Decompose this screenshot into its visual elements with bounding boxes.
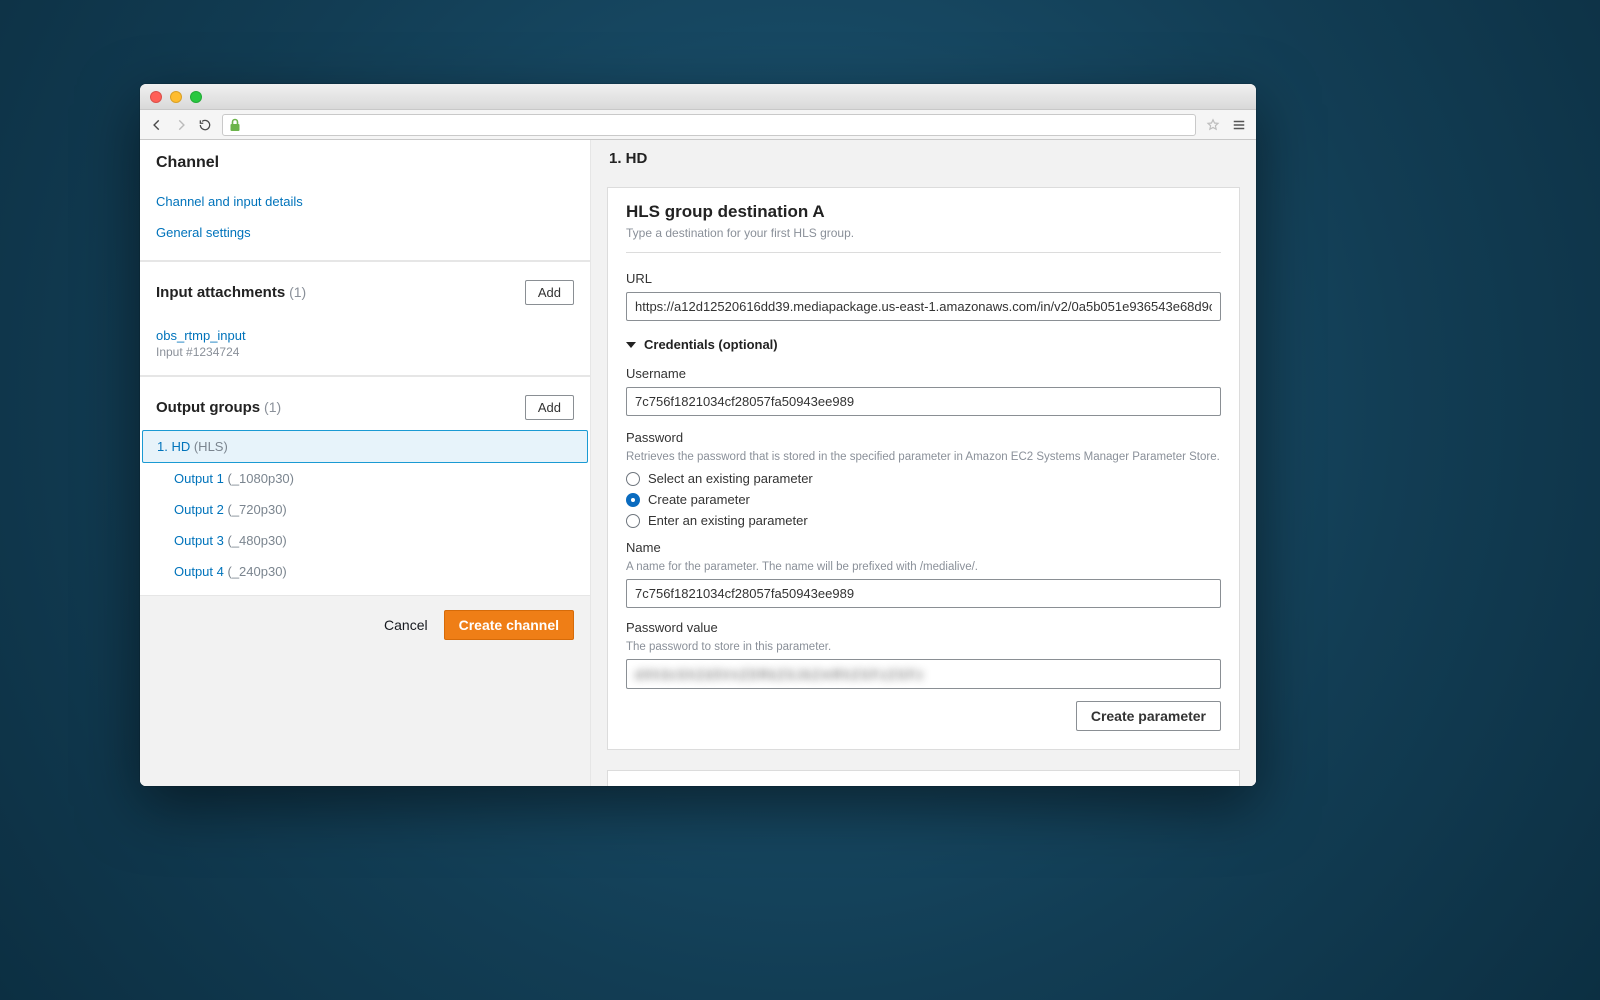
output-link[interactable]: Output 4 — [174, 564, 224, 579]
traffic-lights — [150, 91, 202, 103]
password-hint: Retrieves the password that is stored in… — [626, 451, 1221, 463]
titlebar — [140, 84, 1256, 110]
username-input[interactable] — [626, 387, 1221, 416]
back-button[interactable] — [146, 114, 168, 136]
radio-enter-existing[interactable]: Enter an existing parameter — [626, 513, 1221, 528]
dest-b-title: HLS group destination B — [626, 785, 1221, 786]
password-value-input[interactable]: dXh3cGhZd3VnZDRkZGJkZmRhZGFzZGFz — [626, 659, 1221, 689]
output-group-selected-label: 1. HD — [157, 439, 190, 454]
sidebar: Channel Channel and input details Genera… — [140, 140, 590, 786]
sidebar-title: Channel — [156, 154, 219, 172]
radio-label: Create parameter — [648, 492, 750, 507]
password-value-label: Password value — [626, 620, 1221, 635]
dest-a-title: HLS group destination A — [626, 202, 1221, 222]
radio-select-existing[interactable]: Select an existing parameter — [626, 471, 1221, 486]
maximize-window-icon[interactable] — [190, 91, 202, 103]
sidebar-actions: Cancel Create channel — [140, 596, 590, 654]
minimize-window-icon[interactable] — [170, 91, 182, 103]
dest-a-credentials-toggle[interactable]: Credentials (optional) — [626, 321, 1221, 352]
param-name-hint: A name for the parameter. The name will … — [626, 561, 1221, 573]
radio-create-parameter[interactable]: Create parameter — [626, 492, 1221, 507]
create-parameter-button[interactable]: Create parameter — [1076, 701, 1221, 731]
output-item[interactable]: Output 2 (_720p30) — [140, 494, 590, 525]
output-suffix: (_1080p30) — [224, 471, 294, 486]
page-content: Channel Channel and input details Genera… — [140, 140, 1256, 786]
browser-window: Channel Channel and input details Genera… — [140, 84, 1256, 786]
reload-button[interactable] — [194, 114, 216, 136]
browser-toolbar — [140, 110, 1256, 140]
url-bar[interactable] — [222, 114, 1196, 136]
hamburger-menu-icon[interactable] — [1228, 114, 1250, 136]
username-label: Username — [626, 366, 1221, 381]
cancel-button[interactable]: Cancel — [384, 617, 428, 633]
password-label: Password — [626, 430, 1221, 445]
output-groups-title: Output groups — [156, 399, 260, 416]
output-group-selected-suffix: (HLS) — [190, 439, 228, 454]
output-item[interactable]: Output 4 (_240p30) — [140, 556, 590, 587]
panel-heading: 1. HD — [591, 140, 1256, 177]
param-name-input[interactable] — [626, 579, 1221, 608]
input-attachment-item[interactable]: obs_rtmp_input — [140, 323, 590, 345]
password-radios: Select an existing parameter Create para… — [626, 471, 1221, 528]
bookmark-star-icon[interactable] — [1202, 114, 1224, 136]
dest-a-card: HLS group destination A Type a destinati… — [607, 187, 1240, 750]
output-groups-count: (1) — [264, 399, 281, 415]
add-output-group-button[interactable]: Add — [525, 395, 574, 420]
output-link[interactable]: Output 3 — [174, 533, 224, 548]
radio-icon — [626, 472, 640, 486]
dest-a-url-label: URL — [626, 271, 1221, 286]
dest-a-desc: Type a destination for your first HLS gr… — [626, 226, 1221, 240]
radio-icon — [626, 514, 640, 528]
input-attachment-link[interactable]: obs_rtmp_input — [156, 328, 246, 343]
sidebar-link-details[interactable]: Channel and input details — [140, 186, 590, 217]
add-input-button[interactable]: Add — [525, 280, 574, 305]
output-link[interactable]: Output 2 — [174, 502, 224, 517]
close-window-icon[interactable] — [150, 91, 162, 103]
toolbar-right — [1202, 114, 1250, 136]
output-suffix: (_480p30) — [224, 533, 287, 548]
lock-icon — [229, 118, 241, 132]
password-value-hint: The password to store in this parameter. — [626, 641, 1221, 653]
sidebar-link-general[interactable]: General settings — [140, 217, 590, 248]
output-link[interactable]: Output 1 — [174, 471, 224, 486]
output-item[interactable]: Output 3 (_480p30) — [140, 525, 590, 556]
input-attachments-count: (1) — [289, 284, 306, 300]
caret-down-icon — [626, 342, 636, 348]
output-suffix: (_720p30) — [224, 502, 287, 517]
input-attachments-title: Input attachments — [156, 284, 285, 301]
output-item[interactable]: Output 1 (_1080p30) — [140, 463, 590, 494]
output-suffix: (_240p30) — [224, 564, 287, 579]
forward-button[interactable] — [170, 114, 192, 136]
param-name-label: Name — [626, 540, 1221, 555]
dest-a-url-input[interactable] — [626, 292, 1221, 321]
dest-b-card: HLS group destination B Type a destinati… — [607, 770, 1240, 786]
main-panel: 1. HD HLS group destination A Type a des… — [590, 140, 1256, 786]
create-channel-button[interactable]: Create channel — [444, 610, 574, 640]
radio-label: Select an existing parameter — [648, 471, 813, 486]
input-attachment-sub: Input #1234724 — [140, 345, 590, 375]
output-group-selected[interactable]: 1. HD (HLS) — [142, 430, 588, 463]
radio-icon — [626, 493, 640, 507]
dest-a-credentials-label: Credentials (optional) — [644, 337, 778, 352]
radio-label: Enter an existing parameter — [648, 513, 808, 528]
nav-buttons — [146, 114, 216, 136]
